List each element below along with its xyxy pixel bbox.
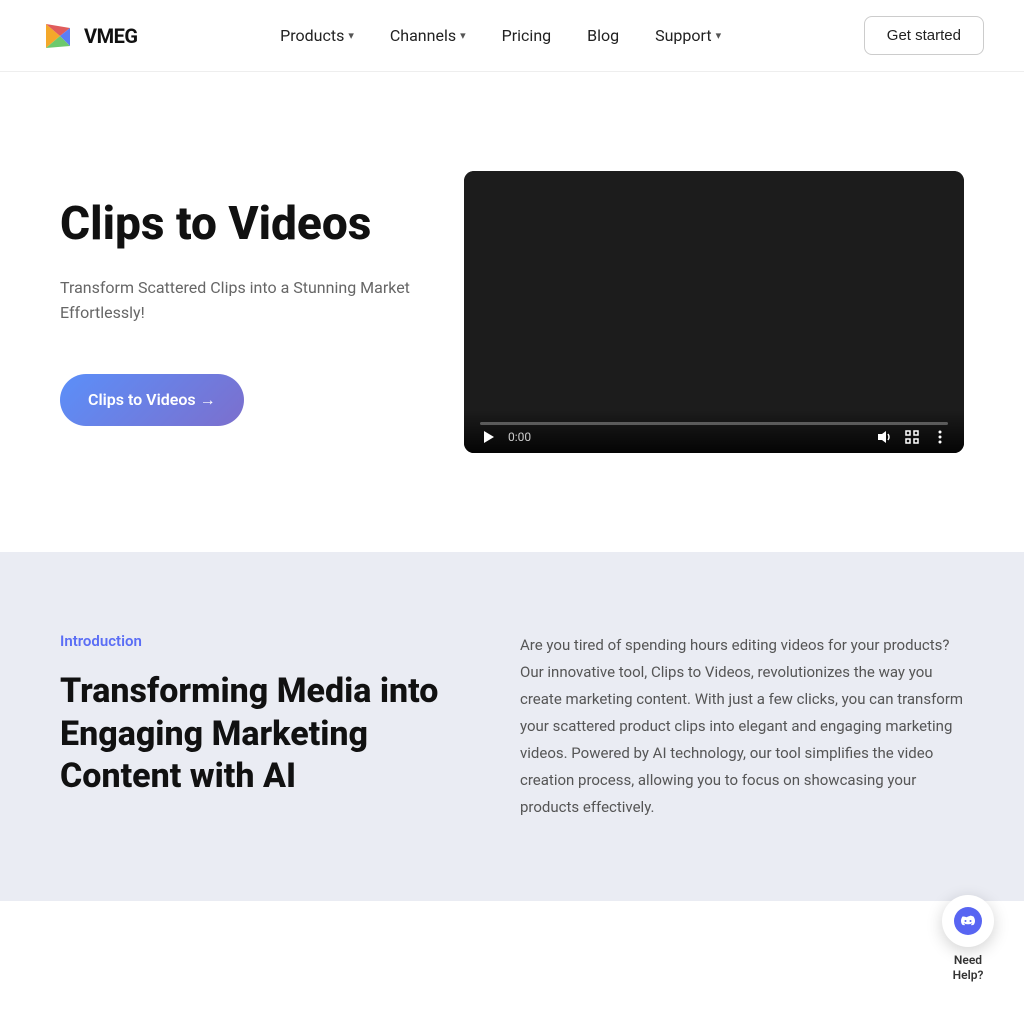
hero-subtitle: Transform Scattered Clips into a Stunnin… (60, 275, 420, 326)
video-fullscreen-button[interactable] (904, 429, 920, 445)
nav-link-channels[interactable]: Channels ▾ (390, 26, 466, 45)
hero-title: Clips to Videos (60, 198, 420, 251)
nav-item-products[interactable]: Products ▾ (280, 26, 354, 45)
chat-bubble-button[interactable] (942, 895, 994, 947)
intro-section: Introduction Transforming Media into Eng… (0, 552, 1024, 901)
hero-text-block: Clips to Videos Transform Scattered Clip… (60, 198, 420, 426)
hero-section: Clips to Videos Transform Scattered Clip… (0, 72, 1024, 552)
intro-left-col: Introduction Transforming Media into Eng… (60, 632, 460, 798)
hero-video-player[interactable]: 0:00 (464, 171, 964, 452)
video-timestamp: 0:00 (508, 430, 531, 444)
intro-right-col: Are you tired of spending hours editing … (520, 632, 964, 821)
intro-tag: Introduction (60, 632, 460, 650)
nav-link-support[interactable]: Support ▾ (655, 26, 721, 45)
logo-area: VMEG (40, 18, 137, 54)
get-started-button[interactable]: Get started (864, 16, 984, 55)
video-frame: 0:00 (464, 171, 964, 452)
hero-cta-button[interactable]: Clips to Videos → (60, 374, 244, 426)
volume-icon (876, 429, 892, 445)
video-button-row: 0:00 (480, 429, 948, 445)
brand-name: VMEG (84, 24, 137, 48)
video-right-controls (876, 429, 948, 445)
video-play-button[interactable] (480, 429, 496, 445)
video-controls-bar: 0:00 (464, 410, 964, 453)
chevron-down-icon: ▾ (348, 29, 354, 42)
more-icon (932, 429, 948, 445)
chat-widget[interactable]: NeedHelp? (942, 895, 994, 984)
nav-menu: Products ▾ Channels ▾ Pricing Blog Suppo… (280, 26, 721, 45)
nav-link-pricing[interactable]: Pricing (502, 26, 552, 45)
video-more-button[interactable] (932, 429, 948, 445)
intro-body-text: Are you tired of spending hours editing … (520, 632, 964, 821)
video-progress-bar[interactable] (480, 422, 948, 425)
nav-link-products[interactable]: Products ▾ (280, 26, 354, 45)
chevron-down-icon: ▾ (716, 29, 722, 42)
nav-link-blog[interactable]: Blog (587, 26, 619, 45)
play-icon (480, 429, 496, 445)
video-left-controls: 0:00 (480, 429, 531, 445)
discord-icon (954, 907, 982, 935)
intro-heading: Transforming Media into Engaging Marketi… (60, 670, 460, 798)
navbar: VMEG Products ▾ Channels ▾ Pricing Blog (0, 0, 1024, 72)
chevron-down-icon: ▾ (460, 29, 466, 42)
chat-label: NeedHelp? (953, 953, 984, 984)
video-mute-button[interactable] (876, 429, 892, 445)
nav-item-channels[interactable]: Channels ▾ (390, 26, 466, 45)
nav-item-support[interactable]: Support ▾ (655, 26, 721, 45)
nav-item-pricing[interactable]: Pricing (502, 26, 552, 45)
fullscreen-icon (904, 429, 920, 445)
vmeg-logo-icon (40, 18, 76, 54)
nav-item-blog[interactable]: Blog (587, 26, 619, 45)
